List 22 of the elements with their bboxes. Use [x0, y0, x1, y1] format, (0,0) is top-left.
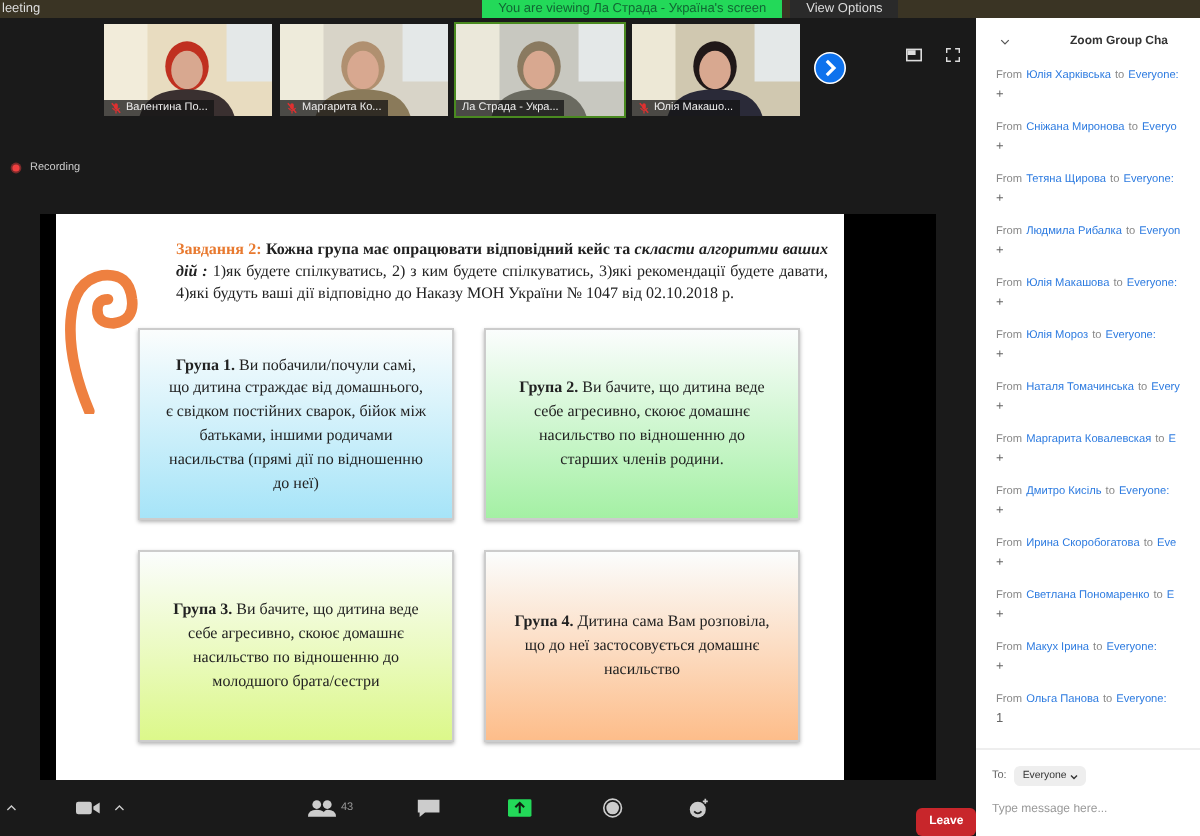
group-card: Група 4. Дитина сама Вам розповіла, що до неї застосовується домашнє насильство	[484, 550, 800, 742]
fullscreen-icon[interactable]	[946, 48, 960, 62]
muted-mic-icon	[638, 102, 650, 114]
task-text: Завдання 2: Кожна група має опрацювати відповідний кейс та скласти алгоритми ваших дій : 1)як будете спілкуватись, 2) з ким будете спілкуватись, 3)які рекомендації будете давати, 4)які будуть ваші дії відповідно до Наказу МОН України № 1047 від 02.10.2018 р.	[176, 238, 828, 304]
caret-icon[interactable]	[114, 804, 125, 812]
muted-mic-icon	[110, 102, 122, 114]
chevron-down-icon[interactable]	[1000, 38, 1010, 46]
smiley-plus-icon[interactable]	[685, 798, 711, 818]
record-icon[interactable]	[599, 798, 626, 818]
video-camera-icon[interactable]	[76, 798, 103, 818]
share-screen-icon[interactable]	[508, 798, 532, 818]
muted-mic-icon	[286, 102, 298, 114]
group-card: Група 1. Ви побачили/почули самі, що дитина страждає від домашнього, є свідком постійних сварок, бійок між батьками, іншими родичами насильства (прямі дії по відношенню до неї)	[138, 328, 454, 520]
caret-icon	[1070, 773, 1079, 779]
chat-bubble-icon[interactable]	[415, 798, 441, 818]
layout-icon[interactable]	[906, 48, 922, 62]
caret-icon[interactable]	[6, 804, 17, 812]
group-card: Група 3. Ви бачите, що дитина веде себе агресивно, скоює домашнє насильство по відношенню до молодшого брата/сестри	[138, 550, 454, 742]
recording-icon	[10, 162, 22, 174]
group-card: Група 2. Ви бачите, що дитина веде себе агресивно, скоює домашнє насильство по відношенню до старших членів родини.	[484, 328, 800, 520]
next-page-icon[interactable]	[814, 52, 846, 84]
participants-icon[interactable]	[308, 798, 337, 818]
